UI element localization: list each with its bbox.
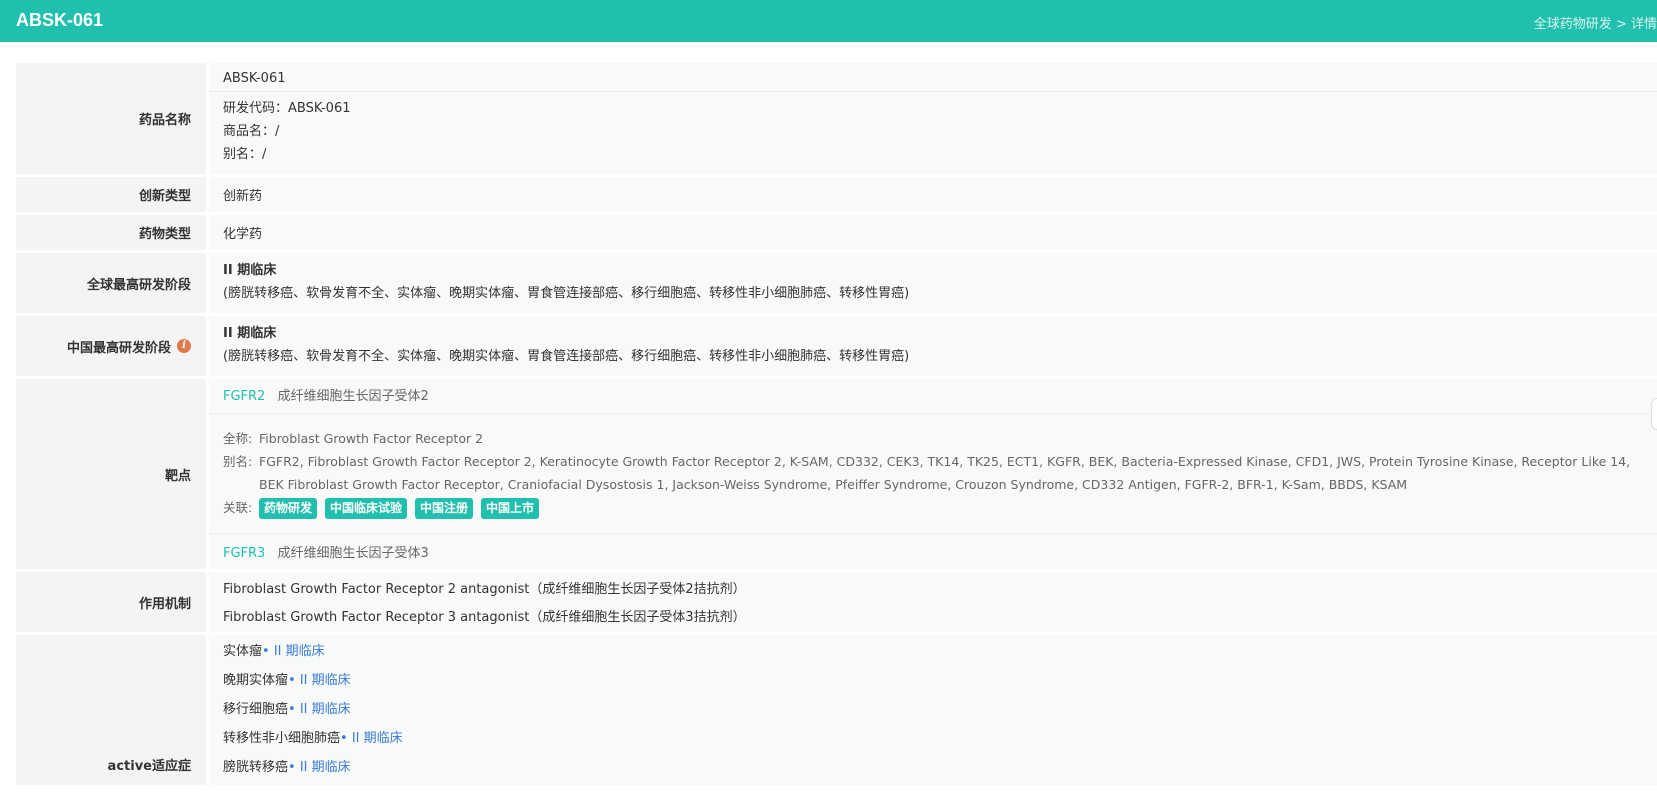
- row-target: 靶点 FGFR2 成纤维细胞生长因子受体2 全称: Fibroblast Gro…: [16, 379, 1657, 572]
- value-mechanism: Fibroblast Growth Factor Receptor 2 anta…: [209, 572, 1657, 632]
- value-global-stage: II 期临床 (膀胱转移癌、软骨发育不全、实体瘤、晚期实体瘤、胃食管连接部癌、移…: [209, 253, 1657, 313]
- indication-item: 膀胱转移癌• II 期临床: [223, 753, 1643, 782]
- target-fgfr3-link[interactable]: FGFR3: [223, 546, 265, 561]
- row-mechanism: 作用机制 Fibroblast Growth Factor Receptor 2…: [16, 572, 1657, 635]
- label-mechanism: 作用机制: [16, 572, 206, 632]
- label-innovation-type: 创新类型: [16, 177, 206, 212]
- target-fgfr2-link[interactable]: FGFR2: [223, 389, 265, 404]
- target-fgfr2-name: 成纤维细胞生长因子受体2: [277, 389, 429, 404]
- indication-name: 转移性非小细胞肺癌: [223, 731, 341, 746]
- fullname-key: 全称:: [223, 431, 253, 446]
- target-related-row: 关联: 药物研发 中国临床试验 中国注册 中国上市: [223, 496, 1643, 519]
- page-title: ABSK-061: [16, 10, 104, 30]
- indication-item: 转移性非小细胞肺癌• II 期临床: [223, 724, 1643, 753]
- breadcrumb-current: 详情: [1630, 17, 1657, 32]
- tag-drug-rd[interactable]: 药物研发: [259, 498, 318, 519]
- label-china-stage-text: 中国最高研发阶段: [66, 340, 171, 356]
- global-stage-phase: II 期临床: [223, 263, 277, 278]
- related-key: 关联:: [223, 500, 253, 515]
- value-drug-type: 化学药: [209, 215, 1657, 250]
- value-innovation-type: 创新药: [209, 177, 1657, 212]
- tag-china-launch[interactable]: 中国上市: [481, 498, 540, 519]
- related-tags: 药物研发 中国临床试验 中国注册 中国上市: [259, 496, 1643, 519]
- indication-item: 实体瘤• II 期临床: [223, 637, 1643, 666]
- target-fgfr3-name: 成纤维细胞生长因子受体3: [277, 546, 429, 561]
- target-fgfr3-header: FGFR3 成纤维细胞生长因子受体3: [209, 534, 1657, 561]
- tag-china-registration[interactable]: 中国注册: [415, 498, 474, 519]
- target-fgfr2-header: FGFR2 成纤维细胞生长因子受体2: [209, 379, 1657, 414]
- label-china-stage: 中国最高研发阶段 i: [16, 316, 206, 376]
- indication-name: 移行细胞癌: [223, 702, 289, 717]
- info-icon[interactable]: i: [177, 339, 191, 353]
- global-stage-indications: (膀胱转移癌、软骨发育不全、实体瘤、晚期实体瘤、胃食管连接部癌、移行细胞癌、转移…: [223, 286, 910, 301]
- top-bar: ABSK-061 全球药物研发 > 详情: [0, 0, 1657, 42]
- label-drug-name: 药品名称: [16, 63, 206, 174]
- trade-name: 商品名：/: [223, 124, 280, 139]
- indication-phase-link[interactable]: • II 期临床: [288, 673, 351, 688]
- label-target: 靶点: [16, 379, 206, 569]
- label-drug-type: 药物类型: [16, 215, 206, 250]
- breadcrumb: 全球药物研发 > 详情: [1534, 13, 1657, 32]
- tag-china-clinical-trial[interactable]: 中国临床试验: [325, 498, 408, 519]
- drug-name-details: 研发代码：ABSK-061 商品名：/ 别名：/: [223, 92, 1643, 166]
- side-panel-handle[interactable]: [1651, 398, 1657, 430]
- indication-phase-link[interactable]: • II 期临床: [340, 731, 403, 746]
- label-active-indications: active适应症: [16, 635, 206, 785]
- target-fgfr2-details: 全称: Fibroblast Growth Factor Receptor 2 …: [209, 414, 1657, 534]
- drug-name: ABSK-061: [223, 71, 286, 86]
- fullname-value: Fibroblast Growth Factor Receptor 2: [259, 431, 484, 446]
- breadcrumb-parent[interactable]: 全球药物研发: [1534, 17, 1612, 32]
- row-innovation-type: 创新类型 创新药: [16, 177, 1657, 215]
- row-drug-type: 药物类型 化学药: [16, 215, 1657, 253]
- alias-key: 别名:: [223, 454, 253, 469]
- indication-name: 晚期实体瘤: [223, 673, 289, 688]
- indication-item: 晚期实体瘤• II 期临床: [223, 666, 1643, 695]
- row-drug-name: 药品名称 ABSK-061 研发代码：ABSK-061 商品名：/ 别名：/: [16, 63, 1657, 177]
- value-china-stage: II 期临床 (膀胱转移癌、软骨发育不全、实体瘤、晚期实体瘤、胃食管连接部癌、移…: [209, 316, 1657, 376]
- indication-name: 膀胱转移癌: [223, 760, 289, 775]
- value-target: FGFR2 成纤维细胞生长因子受体2 全称: Fibroblast Growth…: [209, 379, 1657, 569]
- indication-phase-link[interactable]: • II 期临床: [288, 702, 351, 717]
- rd-code: 研发代码：ABSK-061: [223, 101, 351, 116]
- indication-item: 移行细胞癌• II 期临床: [223, 695, 1643, 724]
- china-stage-indications: (膀胱转移癌、软骨发育不全、实体瘤、晚期实体瘤、胃食管连接部癌、移行细胞癌、转移…: [223, 349, 910, 364]
- drug-name-primary-block: ABSK-061: [209, 63, 1657, 92]
- detail-table: 药品名称 ABSK-061 研发代码：ABSK-061 商品名：/ 别名：/ 创…: [16, 63, 1657, 788]
- breadcrumb-separator: >: [1611, 17, 1631, 32]
- row-china-stage: 中国最高研发阶段 i II 期临床 (膀胱转移癌、软骨发育不全、实体瘤、晚期实体…: [16, 316, 1657, 379]
- target-fullname-row: 全称: Fibroblast Growth Factor Receptor 2: [223, 427, 1643, 450]
- indication-phase-link[interactable]: • II 期临床: [262, 644, 325, 659]
- drug-alias: 别名：/: [223, 147, 267, 162]
- china-stage-phase: II 期临床: [223, 326, 277, 341]
- mechanism-line: Fibroblast Growth Factor Receptor 2 anta…: [223, 582, 746, 597]
- indication-phase-link[interactable]: • II 期临床: [288, 760, 351, 775]
- indication-name: 实体瘤: [223, 644, 263, 659]
- value-active-indications: 实体瘤• II 期临床 晚期实体瘤• II 期临床 移行细胞癌• II 期临床 …: [209, 635, 1657, 785]
- mechanism-line: Fibroblast Growth Factor Receptor 3 anta…: [223, 610, 746, 625]
- row-global-stage: 全球最高研发阶段 II 期临床 (膀胱转移癌、软骨发育不全、实体瘤、晚期实体瘤、…: [16, 253, 1657, 316]
- label-global-stage: 全球最高研发阶段: [16, 253, 206, 313]
- target-alias-row: 别名: FGFR2, Fibroblast Growth Factor Rece…: [223, 450, 1643, 496]
- value-drug-name: ABSK-061 研发代码：ABSK-061 商品名：/ 别名：/: [209, 63, 1657, 174]
- row-active-indications: active适应症 实体瘤• II 期临床 晚期实体瘤• II 期临床 移行细胞…: [16, 635, 1657, 788]
- alias-value: FGFR2, Fibroblast Growth Factor Receptor…: [259, 454, 1631, 492]
